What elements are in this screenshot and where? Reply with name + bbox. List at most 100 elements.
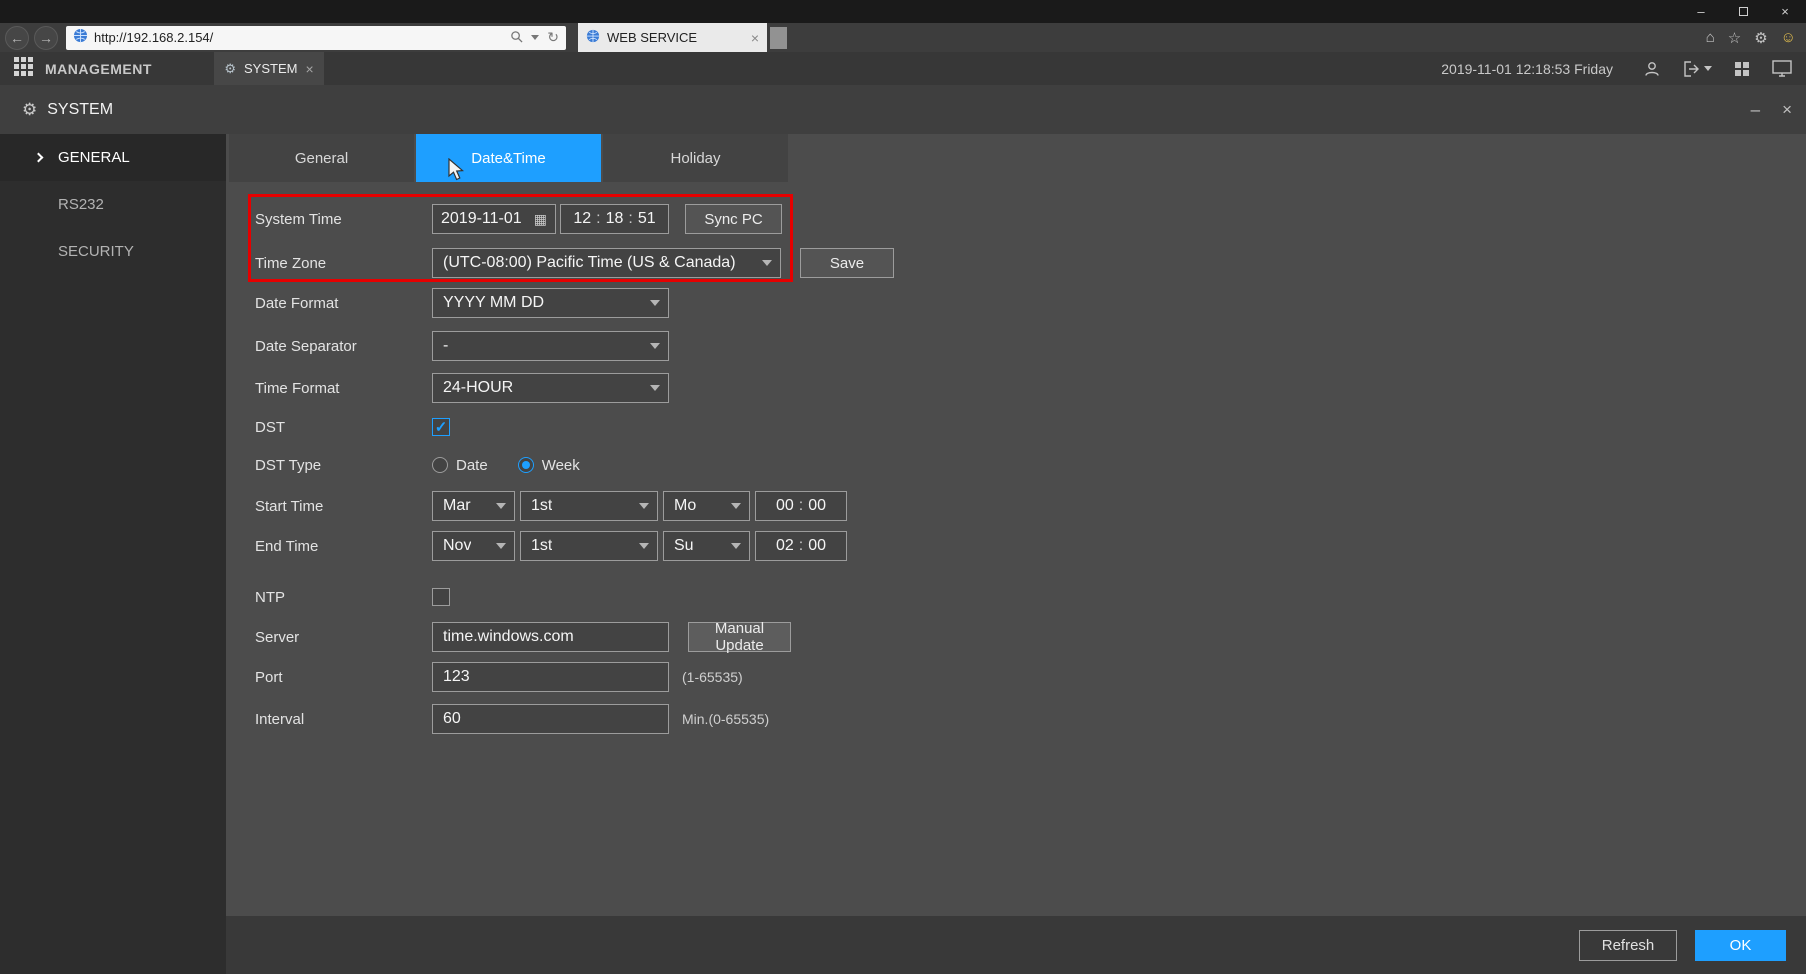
new-tab-button[interactable] bbox=[770, 27, 787, 49]
panel-close-icon[interactable]: × bbox=[1782, 100, 1792, 120]
system-tab-close-icon[interactable]: × bbox=[305, 61, 313, 77]
start-time-row: Start Time Mar 1st Mo 00 bbox=[255, 491, 1806, 521]
system-tab-label: SYSTEM bbox=[244, 61, 297, 76]
favorites-star-icon[interactable]: ☆ bbox=[1728, 29, 1741, 47]
date-format-label: Date Format bbox=[255, 295, 432, 312]
time-format-label: Time Format bbox=[255, 380, 432, 397]
tab-close-icon[interactable]: × bbox=[751, 30, 759, 46]
panel-gear-icon: ⚙ bbox=[22, 100, 37, 120]
end-day-select[interactable]: Su bbox=[663, 531, 750, 561]
dst-row: DST ✓ bbox=[255, 412, 1806, 442]
dropdown-arrow-icon bbox=[496, 503, 506, 509]
window-minimize-button[interactable]: – bbox=[1680, 0, 1722, 23]
save-button[interactable]: Save bbox=[800, 248, 894, 278]
dropdown-arrow-icon bbox=[731, 503, 741, 509]
user-account-icon[interactable] bbox=[1643, 60, 1661, 78]
dst-checkbox[interactable]: ✓ bbox=[432, 418, 450, 436]
interval-range-hint: Min.(0-65535) bbox=[682, 711, 769, 727]
start-week-select[interactable]: 1st bbox=[520, 491, 658, 521]
dropdown-arrow-icon bbox=[496, 543, 506, 549]
time-format-value: 24-HOUR bbox=[443, 379, 513, 397]
window-maximize-button[interactable] bbox=[1722, 0, 1764, 23]
end-time-input[interactable]: 02 : 00 bbox=[755, 531, 847, 561]
forward-icon: → bbox=[39, 30, 53, 46]
second-value: 51 bbox=[638, 210, 656, 228]
home-icon[interactable]: ⌂ bbox=[1706, 29, 1715, 46]
back-button[interactable]: ← bbox=[5, 26, 29, 50]
interval-input[interactable] bbox=[432, 704, 669, 734]
tab-holiday[interactable]: Holiday bbox=[603, 134, 788, 182]
gear-icon: ⚙ bbox=[224, 61, 236, 77]
logout-icon[interactable] bbox=[1683, 61, 1712, 77]
colon-separator: : bbox=[628, 210, 632, 228]
browser-tab[interactable]: WEB SERVICE × bbox=[578, 23, 767, 52]
time-format-select[interactable]: 24-HOUR bbox=[432, 373, 669, 403]
start-day-select[interactable]: Mo bbox=[663, 491, 750, 521]
refresh-button[interactable]: Refresh bbox=[1579, 930, 1677, 961]
browser-addressbar: ← → http://192.168.2.154/ ↻ WEB SERVICE … bbox=[0, 23, 1806, 52]
browser-titlebar: – × bbox=[0, 0, 1806, 23]
radio-date-label: Date bbox=[456, 457, 488, 474]
management-menu[interactable]: MANAGEMENT bbox=[45, 61, 152, 77]
dst-type-week-option[interactable]: Week bbox=[518, 457, 580, 474]
colon-separator: : bbox=[799, 537, 803, 555]
manual-update-button[interactable]: Manual Update bbox=[688, 622, 791, 652]
start-time-label: Start Time bbox=[255, 498, 432, 515]
end-month-select[interactable]: Nov bbox=[432, 531, 515, 561]
display-monitor-icon[interactable] bbox=[1772, 60, 1792, 77]
tools-gear-icon[interactable]: ⚙ bbox=[1754, 29, 1767, 47]
system-time-label: System Time bbox=[255, 211, 432, 228]
port-row: Port (1-65535) bbox=[255, 662, 1806, 692]
sidebar-item-rs232[interactable]: RS232 bbox=[0, 181, 226, 228]
check-icon: ✓ bbox=[435, 418, 448, 436]
ntp-checkbox[interactable] bbox=[432, 588, 450, 606]
current-datetime: 2019-11-01 12:18:53 Friday bbox=[1441, 61, 1613, 77]
close-icon: × bbox=[1781, 4, 1789, 19]
interval-row: Interval Min.(0-65535) bbox=[255, 704, 1806, 734]
tab-general[interactable]: General bbox=[229, 134, 414, 182]
dropdown-arrow-icon bbox=[650, 300, 660, 306]
window-close-button[interactable]: × bbox=[1764, 0, 1806, 23]
date-separator-select[interactable]: - bbox=[432, 331, 669, 361]
multi-screen-grid-icon[interactable] bbox=[1734, 61, 1750, 77]
calendar-icon[interactable]: ▦ bbox=[534, 211, 547, 228]
sync-pc-button[interactable]: Sync PC bbox=[685, 204, 782, 234]
ntp-row: NTP bbox=[255, 582, 1806, 612]
end-week-select[interactable]: 1st bbox=[520, 531, 658, 561]
time-format-row: Time Format 24-HOUR bbox=[255, 373, 1806, 403]
port-input[interactable] bbox=[432, 662, 669, 692]
radio-week-label: Week bbox=[542, 457, 580, 474]
system-date-input[interactable]: 2019-11-01 ▦ bbox=[432, 204, 556, 234]
server-input[interactable] bbox=[432, 622, 669, 652]
tab-title: WEB SERVICE bbox=[607, 30, 697, 45]
dst-type-row: DST Type Date Week bbox=[255, 450, 1806, 480]
ntp-label: NTP bbox=[255, 589, 432, 606]
minute-value: 18 bbox=[606, 210, 624, 228]
time-zone-select[interactable]: (UTC-08:00) Pacific Time (US & Canada) bbox=[432, 248, 781, 278]
dst-label: DST bbox=[255, 419, 432, 436]
radio-week[interactable] bbox=[518, 457, 534, 473]
tab-date-time[interactable]: Date&Time bbox=[416, 134, 601, 182]
ok-button[interactable]: OK bbox=[1695, 930, 1786, 961]
server-row: Server Manual Update bbox=[255, 622, 1806, 652]
sidebar-item-security[interactable]: SECURITY bbox=[0, 228, 226, 275]
tab-favicon-globe-icon bbox=[586, 29, 600, 46]
start-time-input[interactable]: 00 : 00 bbox=[755, 491, 847, 521]
search-icon[interactable] bbox=[510, 30, 523, 46]
radio-date[interactable] bbox=[432, 457, 448, 473]
system-app-tab[interactable]: ⚙ SYSTEM × bbox=[214, 52, 324, 85]
system-time-input[interactable]: 12 : 18 : 51 bbox=[560, 204, 669, 234]
sidebar: GENERAL RS232 SECURITY bbox=[0, 134, 226, 974]
dst-type-date-option[interactable]: Date bbox=[432, 457, 488, 474]
feedback-smiley-icon[interactable]: ☺ bbox=[1781, 29, 1796, 46]
sidebar-item-general[interactable]: GENERAL bbox=[0, 134, 226, 181]
address-input[interactable]: http://192.168.2.154/ ↻ bbox=[66, 26, 566, 50]
main-menu-grid-icon[interactable] bbox=[14, 57, 33, 81]
forward-button[interactable]: → bbox=[34, 26, 58, 50]
date-format-select[interactable]: YYYY MM DD bbox=[432, 288, 669, 318]
search-dropdown-icon[interactable] bbox=[531, 35, 539, 40]
panel-minimize-icon[interactable]: – bbox=[1751, 100, 1760, 120]
refresh-icon[interactable]: ↻ bbox=[547, 29, 559, 46]
start-month-select[interactable]: Mar bbox=[432, 491, 515, 521]
date-separator-value: - bbox=[443, 337, 448, 355]
